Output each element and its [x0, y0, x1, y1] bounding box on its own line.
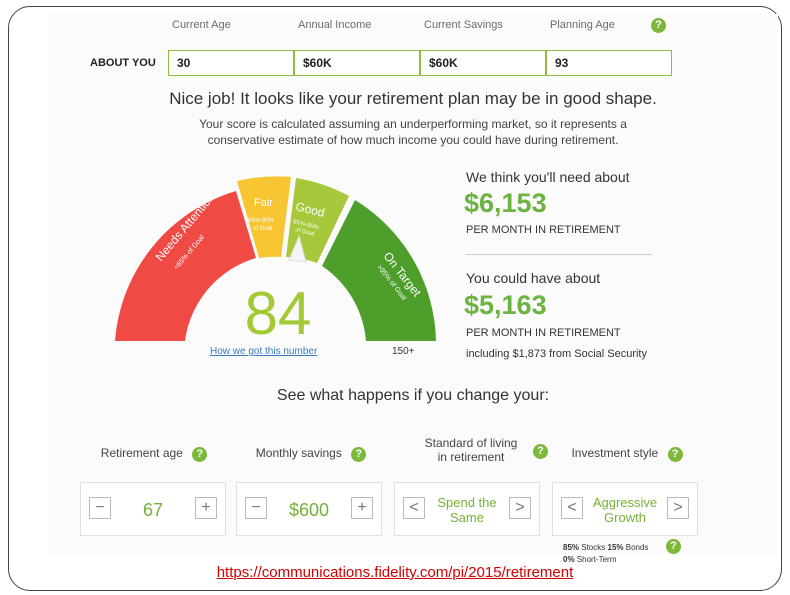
bonds-pct: 15% [607, 543, 624, 552]
stocks-label: Stocks [581, 543, 606, 552]
investment-style-selector: < Aggressive Growth > [552, 482, 698, 536]
standard-of-living-help-icon[interactable]: ? [533, 444, 548, 459]
investment-style-prev-button[interactable]: < [561, 497, 583, 519]
investment-style-value-line1: Aggressive [592, 495, 658, 510]
standard-of-living-selector: < Spend the Same > [394, 482, 540, 536]
monthly-savings-stepper: − $600 + [236, 482, 382, 536]
segment-range-fair: 65%-80% [248, 218, 275, 224]
monthly-savings-increase-button[interactable]: + [351, 497, 373, 519]
have-amount: $5,163 [464, 290, 547, 320]
retirement-age-decrease-button[interactable]: − [89, 497, 111, 519]
results-divider [466, 254, 652, 255]
annual-income-label: Annual Income [298, 19, 372, 31]
retirement-age-stepper: − 67 + [80, 482, 226, 536]
source-url-link[interactable]: https://communications.fidelity.com/pi/2… [0, 564, 790, 581]
investment-style-label: Investment style ? [554, 446, 700, 462]
gauge-max-label: 150+ [392, 346, 415, 357]
retirement-calculator-panel: ABOUT YOU Current Age 30 Annual Income $… [48, 14, 778, 564]
social-security-note: including $1,873 from Social Security [466, 348, 647, 360]
retirement-age-increase-button[interactable]: + [195, 497, 217, 519]
subtext-line-2: conservative estimate of how much income… [207, 133, 619, 147]
need-amount: $6,153 [464, 188, 547, 218]
investment-style-value: Aggressive Growth [583, 483, 667, 537]
retirement-age-value: 67 [142, 499, 164, 520]
retirement-age-label: Retirement age ? [84, 446, 224, 462]
planning-age-label: Planning Age [550, 19, 615, 31]
planning-age-field[interactable]: 93 [546, 50, 672, 76]
standard-of-living-next-button[interactable]: > [509, 497, 531, 519]
investment-style-value-line2: Growth [604, 510, 646, 525]
score-value: 84 [244, 280, 312, 347]
standard-of-living-label-line1: Standard of living [424, 436, 518, 450]
current-savings-field[interactable]: $60K [420, 50, 546, 76]
retirement-age-label-text: Retirement age [100, 446, 183, 460]
investment-style-next-button[interactable]: > [667, 497, 689, 519]
current-savings-label: Current Savings [424, 19, 503, 31]
have-per-month: PER MONTH IN RETIREMENT [466, 327, 621, 339]
investment-style-help-icon[interactable]: ? [667, 447, 683, 462]
allocation-line-1: 85% Stocks 15% Bonds [563, 543, 648, 552]
change-heading: See what happens if you change your: [276, 387, 550, 404]
monthly-savings-value: $600 [288, 499, 330, 520]
short-term-label: Short-Term [576, 555, 617, 564]
monthly-savings-help-icon[interactable]: ? [351, 447, 367, 462]
need-intro: We think you'll need about [466, 169, 630, 185]
standard-of-living-value: Spend the Same [425, 483, 509, 537]
bonds-label: Bonds [625, 543, 649, 552]
segment-label-fair: Fair [254, 197, 273, 209]
retirement-age-help-icon[interactable]: ? [192, 447, 208, 462]
standard-of-living-value-line2: Same [450, 510, 484, 525]
allocation-help-icon[interactable]: ? [666, 539, 681, 554]
have-intro: You could have about [466, 270, 601, 286]
stocks-pct: 85% [563, 543, 580, 552]
current-age-field[interactable]: 30 [168, 50, 294, 76]
monthly-savings-label: Monthly savings ? [238, 446, 384, 462]
about-you-label: ABOUT YOU [90, 57, 156, 69]
investment-style-label-text: Investment style [571, 446, 659, 460]
allocation-line-2: 0% Short-Term [563, 555, 616, 564]
segment-range-fair-goal: of Goal [253, 226, 272, 232]
subtext-line-1: Your score is calculated assuming an und… [199, 117, 627, 131]
headline: Nice job! It looks like your retirement … [169, 89, 657, 108]
monthly-savings-decrease-button[interactable]: − [245, 497, 267, 519]
need-per-month: PER MONTH IN RETIREMENT [466, 224, 621, 236]
short-term-pct: 0% [563, 555, 575, 564]
monthly-savings-label-text: Monthly savings [255, 446, 342, 460]
standard-of-living-label: Standard of living in retirement ? [398, 436, 548, 464]
standard-of-living-prev-button[interactable]: < [403, 497, 425, 519]
standard-of-living-label-line2: in retirement [437, 450, 505, 464]
current-age-label: Current Age [172, 19, 231, 31]
standard-of-living-value-line1: Spend the [437, 495, 497, 510]
how-we-got-this-number-link[interactable]: How we got this number [210, 346, 317, 357]
annual-income-field[interactable]: $60K [294, 50, 420, 76]
planning-age-help-icon[interactable]: ? [651, 18, 666, 33]
